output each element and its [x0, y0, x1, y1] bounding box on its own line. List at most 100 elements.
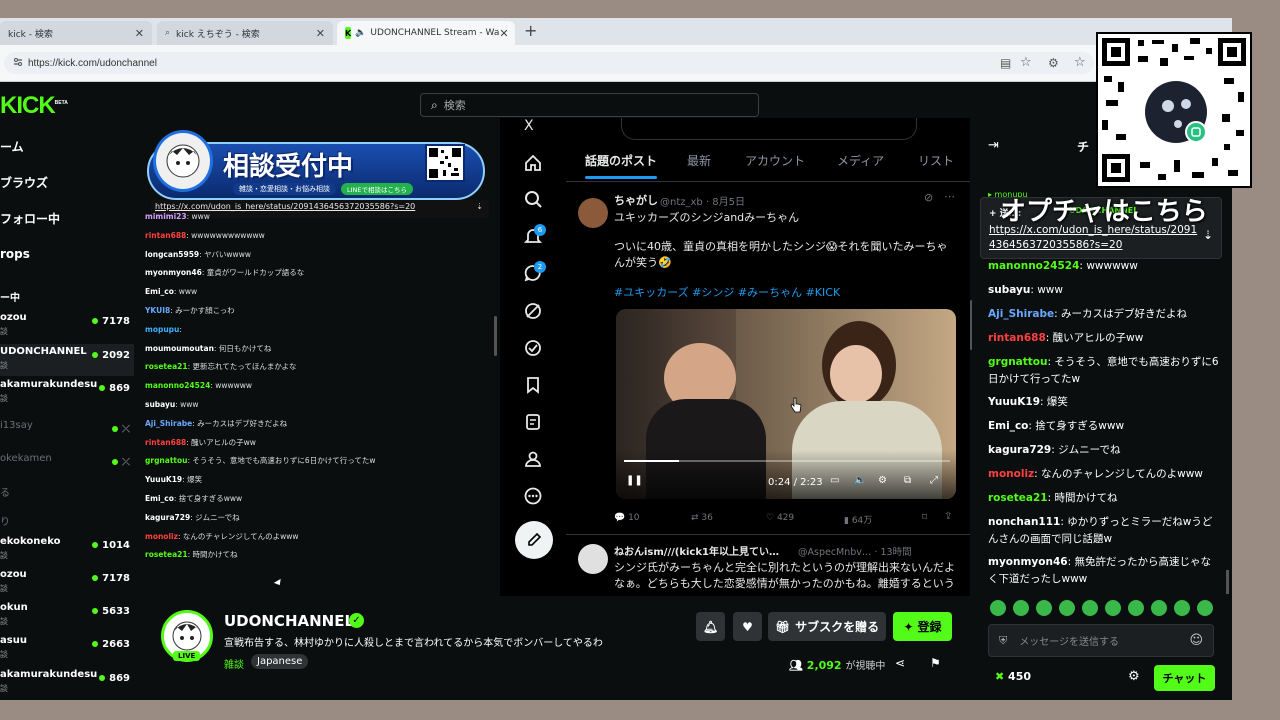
- stream-scrollbar[interactable]: [494, 316, 497, 356]
- explore-icon[interactable]: [524, 190, 542, 208]
- chat-username[interactable]: YuuuK19: [145, 475, 182, 484]
- collapse-chat-icon[interactable]: ⇥: [988, 138, 999, 153]
- tune-icon[interactable]: [13, 57, 23, 67]
- language-tag[interactable]: Japanese: [251, 654, 309, 669]
- repost-count[interactable]: ⇄ 36: [691, 513, 713, 523]
- compose-post-button[interactable]: [515, 521, 553, 559]
- channel-points[interactable]: ✖ 450: [995, 670, 1031, 683]
- new-tab-icon[interactable]: +: [524, 21, 537, 40]
- sidebar-channel[interactable]: ekokoneko 談 1014: [0, 534, 134, 566]
- like-count[interactable]: ♡ 429: [766, 513, 794, 523]
- report-icon[interactable]: ⚑: [930, 656, 941, 670]
- sidebar-channel[interactable]: okekamen ⤫: [0, 451, 134, 483]
- url-field[interactable]: https://kick.com/udonchannel: [4, 52, 1094, 74]
- chat-username[interactable]: kagura729: [145, 513, 190, 522]
- chat-username[interactable]: rintan688: [145, 231, 186, 240]
- tab-lists[interactable]: リスト: [918, 152, 954, 169]
- verified-icon[interactable]: [524, 339, 542, 357]
- bookmark-icon[interactable]: ⌑: [922, 512, 927, 523]
- chat-username[interactable]: YuuuK19: [988, 396, 1040, 408]
- share-icon[interactable]: ⇪: [944, 511, 952, 522]
- tab-top-posts[interactable]: 話題のポスト: [585, 152, 657, 169]
- channel-name[interactable]: UDONCHANNEL: [224, 612, 354, 630]
- more-icon[interactable]: ⋯: [944, 190, 955, 203]
- close-icon[interactable]: ✕: [499, 27, 508, 40]
- emote-icon[interactable]: [1036, 600, 1052, 616]
- chat-username[interactable]: grgnattou: [145, 456, 188, 465]
- chat-username[interactable]: subayu: [145, 400, 175, 409]
- chat-username[interactable]: myonmyon46: [988, 556, 1068, 568]
- favorite-button[interactable]: ♥: [733, 612, 762, 641]
- chat-username[interactable]: myonmyon46: [145, 268, 202, 277]
- captions-icon[interactable]: ▭: [830, 475, 839, 486]
- emote-icon[interactable]: [1013, 600, 1029, 616]
- post-hashtags[interactable]: #ユキッカーズ #シンジ #みーちゃん #KICK: [614, 284, 840, 300]
- volume-icon[interactable]: 🔈: [854, 475, 866, 486]
- grok-icon[interactable]: ⊘: [924, 191, 933, 204]
- chat-username[interactable]: Emi_co: [145, 287, 174, 296]
- tab-media[interactable]: メディア: [837, 152, 884, 169]
- emote-icon[interactable]: [1105, 600, 1121, 616]
- tab-1[interactable]: kick - 検索 ✕: [0, 21, 152, 45]
- emote-icon[interactable]: [1197, 600, 1213, 616]
- chat-username[interactable]: rosetea21: [145, 362, 188, 371]
- view-count[interactable]: ▮ 64万: [844, 513, 872, 526]
- nav-drops[interactable]: rops: [0, 247, 30, 261]
- bookmark-icon[interactable]: [524, 376, 542, 394]
- chat-scrollbar[interactable]: [1226, 570, 1229, 594]
- reader-icon[interactable]: ▤: [1000, 56, 1011, 70]
- chat-username[interactable]: mimimi23: [145, 212, 187, 221]
- subscribe-button[interactable]: ✦ 登録: [893, 612, 952, 641]
- chat-username[interactable]: Emi_co: [988, 420, 1028, 432]
- grok-icon[interactable]: [524, 302, 542, 320]
- nav-home[interactable]: ーム: [0, 138, 24, 155]
- tab-2[interactable]: ⌕ kick えちぞう - 検索 ✕: [157, 21, 333, 45]
- profile-icon[interactable]: [524, 450, 542, 468]
- chat-input[interactable]: ⛨ メッセージを送信する ☺: [988, 624, 1214, 657]
- chat-username[interactable]: YKUI8: [145, 306, 170, 315]
- favorites-icon[interactable]: ☆: [1074, 55, 1086, 70]
- post-author[interactable]: ちゃがし: [614, 192, 658, 208]
- pin-expand-icon[interactable]: ⇣: [1203, 228, 1213, 242]
- chat-username[interactable]: rosetea21: [988, 492, 1048, 504]
- chat-username[interactable]: rintan688: [988, 332, 1046, 344]
- fullscreen-icon[interactable]: ⤢: [930, 475, 938, 486]
- chat-username[interactable]: rintan688: [145, 438, 186, 447]
- gift-sub-button[interactable]: 🎁︎ サブスクを贈る: [768, 612, 886, 641]
- close-icon[interactable]: ✕: [135, 27, 144, 40]
- chat-username[interactable]: longcan5959: [145, 250, 199, 259]
- chat-username[interactable]: moumoumoutan: [145, 344, 214, 353]
- post-video[interactable]: ❚❚ 0:24 / 2:23 ▭ 🔈 ⚙ ⧉ ⤢: [616, 309, 956, 499]
- share-icon[interactable]: ⋖: [895, 656, 905, 670]
- pause-icon[interactable]: ❚❚: [626, 475, 643, 486]
- sidebar-channel[interactable]: UDONCHANNEL 談 2092: [0, 344, 134, 376]
- chat-username[interactable]: nonchan111: [988, 516, 1060, 528]
- tab-latest[interactable]: 最新: [687, 152, 711, 169]
- settings-icon[interactable]: ⚙: [878, 475, 887, 486]
- home-icon[interactable]: [524, 154, 542, 172]
- avatar[interactable]: [578, 544, 608, 574]
- reply-count[interactable]: 💬 10: [614, 513, 640, 523]
- tab-accounts[interactable]: アカウント: [745, 152, 805, 169]
- sidebar-channel[interactable]: ozou 談 7178: [0, 567, 134, 599]
- lists-icon[interactable]: [524, 413, 542, 431]
- pip-icon[interactable]: ⧉: [904, 475, 911, 486]
- post-author[interactable]: ねおんism///(kick1年以上見てい…: [614, 543, 779, 558]
- sidebar-channel[interactable]: akamurakundesu 談 869: [0, 377, 134, 409]
- nav-browse[interactable]: ブラウズ: [0, 174, 48, 191]
- sidebar-channel[interactable]: る: [0, 482, 134, 514]
- chat-username[interactable]: manonno24524: [145, 381, 210, 390]
- shield-icon[interactable]: ⛨: [999, 634, 1007, 648]
- chat-username[interactable]: Aji_Shirabe: [145, 419, 192, 428]
- star-icon[interactable]: ☆: [1020, 55, 1032, 70]
- chat-username[interactable]: Aji_Shirabe: [988, 308, 1054, 320]
- chat-username[interactable]: mopupu: [145, 325, 179, 334]
- chat-username[interactable]: monoliz: [988, 468, 1034, 480]
- tab-3-active[interactable]: K 🔈 UDONCHANNEL Stream - Wa ✕: [337, 21, 515, 45]
- sidebar-channel[interactable]: akamurakundesu 談 869: [0, 667, 134, 699]
- chat-username[interactable]: kagura729: [988, 444, 1051, 456]
- chat-username[interactable]: monoliz: [145, 532, 178, 541]
- chat-username[interactable]: subayu: [988, 284, 1030, 296]
- chat-username[interactable]: manonno24524: [988, 260, 1079, 272]
- extension-icon[interactable]: ⚙: [1048, 56, 1059, 70]
